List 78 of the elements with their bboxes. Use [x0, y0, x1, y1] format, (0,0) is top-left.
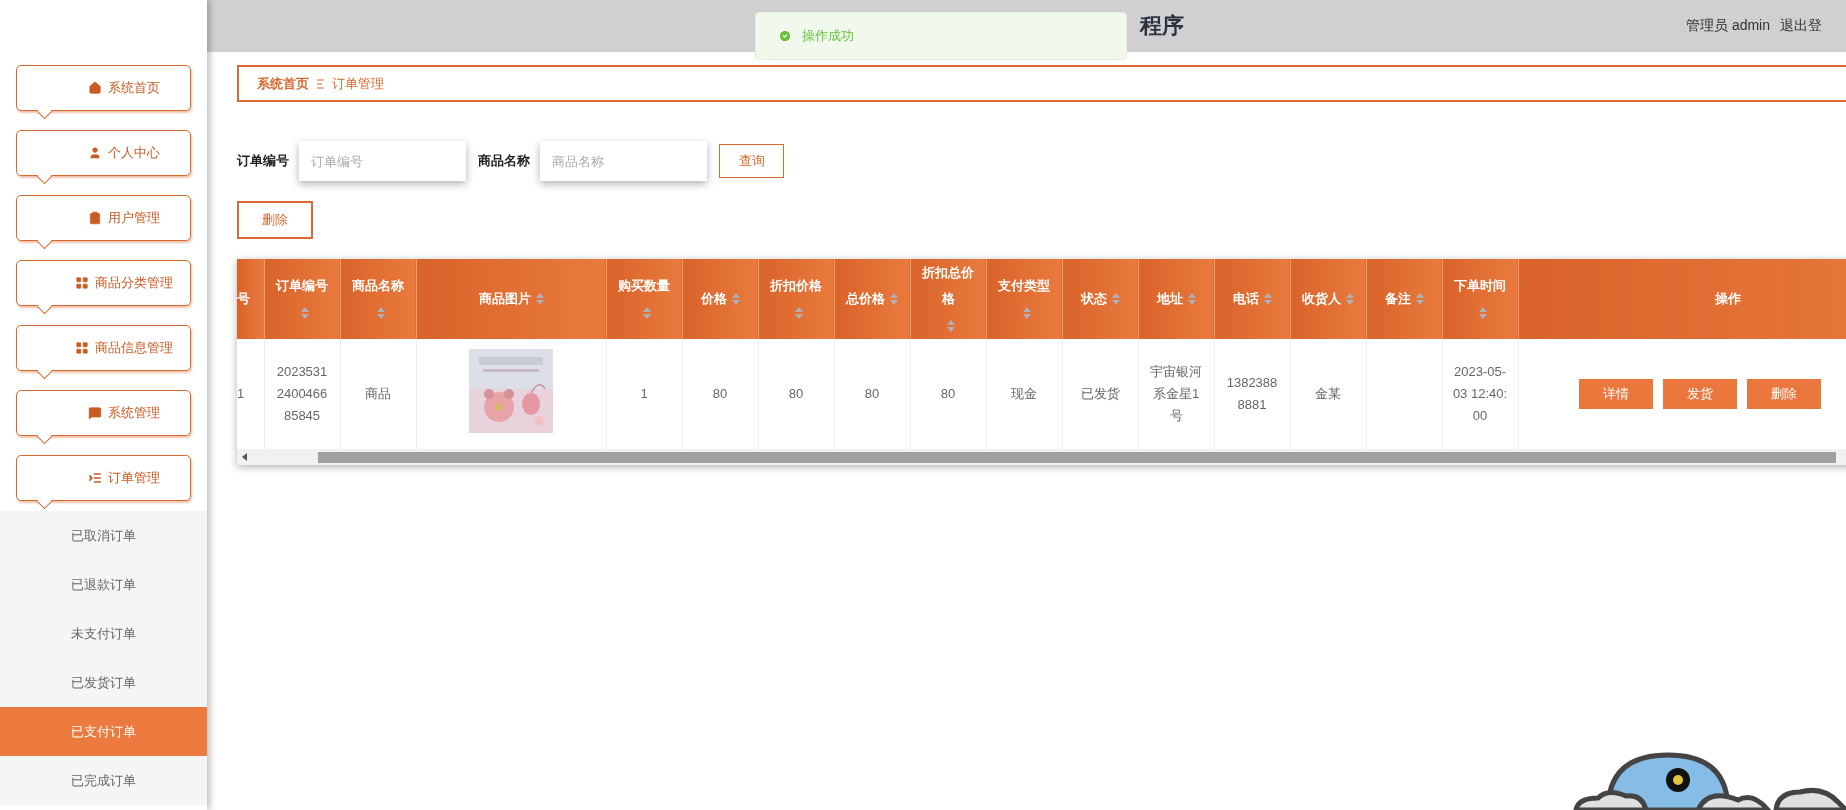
- column-header: 号: [237, 291, 250, 309]
- table-cell: 2023531240046685845: [276, 364, 328, 423]
- table-cell: 13823888881: [1226, 375, 1278, 412]
- table-cell: 商品: [365, 386, 391, 401]
- sort-icon[interactable]: [535, 293, 544, 306]
- sort-icon[interactable]: [1187, 293, 1196, 306]
- search-button[interactable]: 查询: [719, 144, 784, 178]
- filter-input[interactable]: 订单编号: [299, 141, 466, 181]
- sort-icon[interactable]: [1111, 293, 1120, 306]
- column-header: 总价格: [846, 291, 885, 309]
- filter-label: 商品名称: [478, 152, 530, 170]
- submenu-item[interactable]: 已支付订单: [0, 707, 207, 756]
- column-header: 下单时间: [1454, 278, 1506, 296]
- logout-link[interactable]: 退出登: [1780, 17, 1823, 35]
- column-header: 折扣价格: [770, 278, 822, 296]
- column-header: 地址: [1156, 291, 1183, 309]
- column-header: 订单编号: [276, 278, 328, 296]
- column-header: 状态: [1080, 291, 1107, 309]
- breadcrumb-link[interactable]: 系统首页: [257, 74, 309, 93]
- table-cell: 现金: [1011, 386, 1037, 401]
- sort-icon[interactable]: [1263, 293, 1272, 306]
- user-icon: [87, 146, 102, 160]
- check-icon: [778, 29, 792, 43]
- breadcrumb-link[interactable]: 订单管理: [332, 74, 384, 93]
- table-cell: 80: [712, 386, 728, 401]
- app-title: 程序: [1140, 12, 1184, 40]
- column-header: 备注: [1384, 291, 1411, 309]
- column-header: 商品图片: [478, 291, 531, 309]
- sort-icon[interactable]: [1415, 293, 1424, 306]
- sort-icon[interactable]: [1346, 293, 1354, 306]
- user-label: 管理员 admin: [1686, 17, 1771, 35]
- submenu-item[interactable]: 已完成订单: [0, 756, 207, 805]
- column-header: 折扣总价格: [922, 265, 974, 308]
- submenu-item[interactable]: 未支付订单: [0, 609, 207, 658]
- scrollbar[interactable]: [237, 449, 1846, 465]
- sort-icon[interactable]: [1022, 307, 1031, 320]
- table-cell: 1: [640, 386, 648, 401]
- message-icon: [87, 406, 102, 420]
- separator-icon: [317, 78, 324, 89]
- filter-input[interactable]: 商品名称: [540, 141, 707, 181]
- grid-icon: [74, 341, 89, 355]
- sort-icon[interactable]: [300, 307, 309, 320]
- table-cell: 1: [237, 386, 245, 401]
- clipboard-icon: [87, 211, 102, 225]
- table-cell: 2023-05-03 12:40:00: [1452, 364, 1508, 423]
- column-header: 操作: [1715, 291, 1741, 309]
- column-header: 电话: [1232, 291, 1259, 309]
- filter-label: 订单编号: [237, 152, 289, 170]
- action-button[interactable]: 删除: [1746, 379, 1821, 409]
- table-cell: 80: [940, 386, 956, 401]
- sort-icon[interactable]: [642, 307, 651, 320]
- sort-icon[interactable]: [1478, 307, 1487, 320]
- submenu-item[interactable]: 已取消订单: [0, 511, 207, 560]
- table-cell: 金某: [1315, 386, 1341, 401]
- column-header: 商品名称: [352, 278, 404, 296]
- column-header: 价格: [700, 291, 727, 309]
- sort-icon[interactable]: [946, 319, 955, 332]
- action-button[interactable]: 详情: [1578, 379, 1653, 409]
- column-header: 收货人: [1302, 291, 1341, 309]
- table-cell: 宇宙银河系金星1号: [1150, 364, 1202, 423]
- table-cell: 80: [864, 386, 880, 401]
- submenu-item[interactable]: 已发货订单: [0, 658, 207, 707]
- sort-icon[interactable]: [890, 293, 898, 306]
- sort-icon[interactable]: [376, 307, 385, 320]
- delete-button[interactable]: 删除: [237, 201, 313, 239]
- grid-icon: [74, 276, 89, 290]
- submenu-item[interactable]: 已退款订单: [0, 560, 207, 609]
- arrow-left-icon[interactable]: [240, 452, 250, 462]
- action-button[interactable]: 发货: [1662, 379, 1737, 409]
- column-header: 购买数量: [618, 278, 670, 296]
- home-icon: [87, 81, 102, 95]
- table-cell: 80: [788, 386, 804, 401]
- sort-icon[interactable]: [731, 293, 740, 306]
- list-icon: [87, 471, 102, 485]
- table-cell: 已发货: [1080, 386, 1120, 401]
- column-header: 支付类型: [998, 278, 1050, 296]
- toast-message: 操作成功: [802, 27, 854, 45]
- sort-icon[interactable]: [794, 307, 803, 320]
